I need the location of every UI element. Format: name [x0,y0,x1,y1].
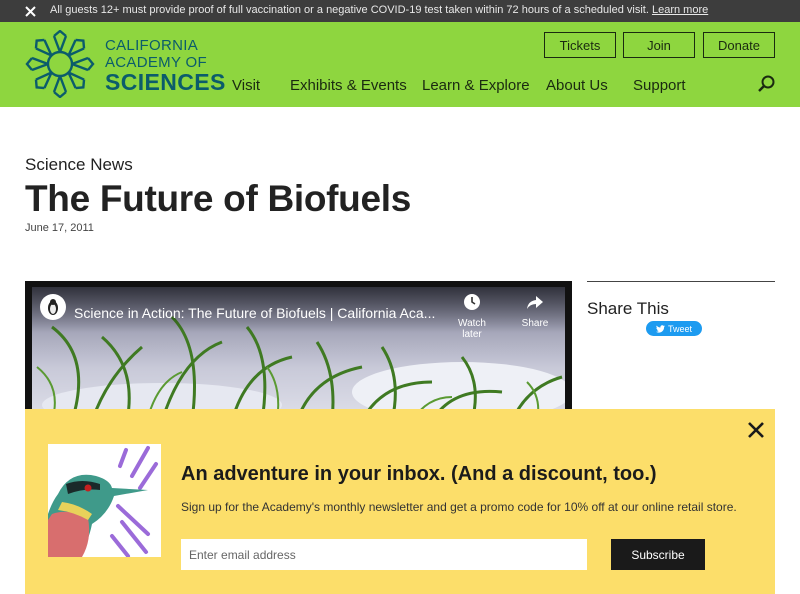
nav-visit[interactable]: Visit [232,77,260,94]
article-category: Science News [25,155,133,174]
video-title[interactable]: Science in Action: The Future of Biofuel… [74,305,435,321]
penguin-icon [48,299,58,315]
tweet-label: Tweet [667,323,692,334]
share-heading: Share This [587,299,669,318]
donate-button[interactable]: Donate [703,32,775,58]
clock-icon [464,294,480,310]
newsletter-popup: An adventure in your inbox. (And a disco… [25,409,775,594]
search-icon[interactable] [757,74,777,94]
tickets-button[interactable]: Tickets [544,32,616,58]
nav-support[interactable]: Support [633,77,686,94]
video-thumbnail[interactable]: Science in Action: The Future of Biofuel… [32,287,565,421]
learn-more-link[interactable]: Learn more [652,4,708,16]
alert-message: All guests 12+ must provide proof of ful… [50,4,649,16]
covid-alert-bar: All guests 12+ must provide proof of ful… [0,0,800,22]
nav-about-us[interactable]: About Us [546,77,608,94]
logo-line-3: SCIENCES [105,69,226,95]
newsletter-heading: An adventure in your inbox. (And a disco… [181,463,657,485]
channel-avatar[interactable] [40,294,66,320]
page-title: The Future of Biofuels [25,178,412,219]
bee-eater-bird-image [48,444,161,557]
article-date: June 17, 2011 [25,222,94,234]
academy-logo[interactable]: CALIFORNIA ACADEMY OF SCIENCES [24,30,225,98]
logo-line-2: ACADEMY OF [105,54,207,71]
sidebar-divider [587,281,775,282]
close-alert-icon[interactable] [21,0,39,22]
join-button[interactable]: Join [623,32,695,58]
site-header: CALIFORNIA ACADEMY OF SCIENCES Tickets J… [0,22,800,107]
tweet-button[interactable]: Tweet [646,321,702,336]
watch-later-button[interactable]: Watch later [447,293,497,340]
video-player[interactable]: Science in Action: The Future of Biofuel… [25,281,572,421]
watch-later-label: Watch later [458,318,486,340]
starburst-logo-icon [25,30,95,98]
nav-learn-explore[interactable]: Learn & Explore [422,77,530,94]
close-popup-icon[interactable] [745,419,767,441]
video-share-label: Share [521,318,549,329]
share-arrow-icon [527,296,543,309]
logo-line-1: CALIFORNIA [105,37,199,54]
logo-wordmark: CALIFORNIA ACADEMY OF SCIENCES [105,38,226,94]
nav-exhibits-events[interactable]: Exhibits & Events [290,77,407,94]
video-share-button[interactable]: Share [510,293,560,329]
subscribe-button[interactable]: Subscribe [611,539,705,570]
email-field[interactable] [181,539,587,570]
newsletter-subtext: Sign up for the Academy's monthly newsle… [181,500,737,514]
twitter-bird-icon [655,324,665,333]
alert-text: All guests 12+ must provide proof of ful… [50,4,708,16]
